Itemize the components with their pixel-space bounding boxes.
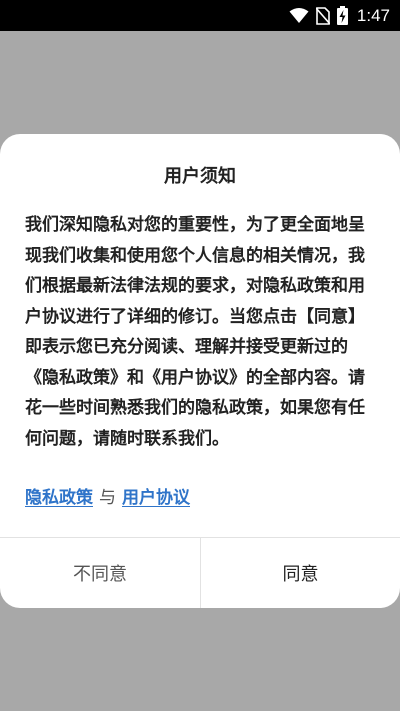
user-agreement-link[interactable]: 用户协议 bbox=[122, 488, 190, 508]
privacy-dialog: 用户须知 我们深知隐私对您的重要性，为了更全面地呈现我们收集和使用您个人信息的相… bbox=[0, 134, 400, 608]
links-separator: 与 bbox=[99, 488, 116, 508]
dialog-body-text: 我们深知隐私对您的重要性，为了更全面地呈现我们收集和使用您个人信息的相关情况，我… bbox=[25, 215, 365, 449]
no-sim-icon bbox=[315, 6, 330, 25]
privacy-policy-link[interactable]: 隐私政策 bbox=[25, 488, 93, 508]
agree-button[interactable]: 同意 bbox=[201, 538, 400, 608]
status-icons: 1:47 bbox=[289, 0, 390, 31]
policy-links-row: 隐私政策与用户协议 bbox=[25, 483, 190, 508]
wifi-icon bbox=[289, 7, 309, 24]
disagree-button[interactable]: 不同意 bbox=[0, 538, 200, 608]
dialog-title: 用户须知 bbox=[164, 166, 236, 187]
status-time: 1:47 bbox=[356, 5, 390, 25]
status-bar: 1:47 bbox=[0, 0, 400, 31]
battery-charging-icon bbox=[336, 6, 348, 25]
